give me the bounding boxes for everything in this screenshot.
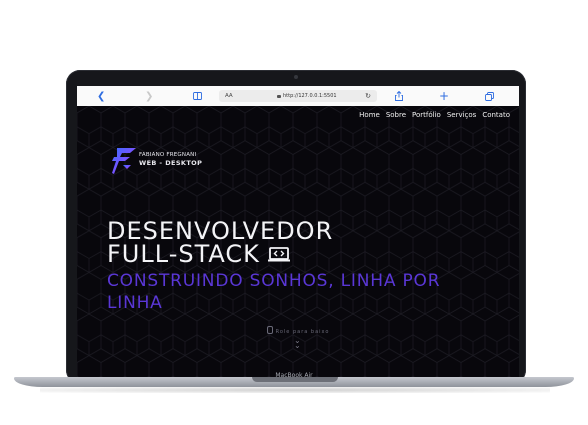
share-icon[interactable] [395,86,403,106]
nav-sobre[interactable]: Sobre [386,111,406,119]
scroll-hint[interactable]: Role para baixo [77,326,519,335]
nav-portfolio[interactable]: Portfólio [412,111,441,119]
reader-aa-button[interactable]: AA [225,93,233,99]
logo-icon[interactable] [111,147,137,175]
device-label: MacBook Air [275,372,313,379]
main-navigation: Home Sobre Portfólio Serviços Contato [359,111,510,119]
nav-contato[interactable]: Contato [482,111,510,119]
browser-toolbar: ❮ ❯ AA http://127.0.0.1:5501 ↻ + [77,86,519,107]
hero-headline: DESENVOLVEDOR FULL-STACK [107,219,333,268]
chevron-right-icon[interactable]: ❯ [145,86,153,106]
logo-tagline: WEB - DESKTOP [139,158,203,167]
chevron-left-icon[interactable]: ❮ [97,86,105,106]
hero-line-2: FULL-STACK [107,240,260,268]
hero-line-2-row: FULL-STACK [107,240,333,268]
logo-name: FABIANO FREGNANI [139,152,197,158]
logo-text[interactable]: FABIANO FREGNANI WEB - DESKTOP [139,152,203,167]
nav-home[interactable]: Home [359,111,380,119]
website-viewport: Home Sobre Portfólio Serviços Contato FA… [77,106,519,381]
hero-subtitle: CONSTRUINDO SONHOS, LINHA POR LINHA [107,271,441,313]
reload-icon[interactable]: ↻ [365,92,371,100]
webcam [294,75,298,79]
scroll-hint-label: Role para baixo [275,329,330,335]
plus-icon[interactable]: + [439,86,449,106]
nav-servicos[interactable]: Serviços [447,111,477,119]
laptop-shadow [40,387,550,393]
lock-icon [277,95,281,98]
double-chevron-down-icon[interactable]: ⌄ ⌄ [294,337,301,350]
laptop-code-icon [267,247,290,262]
address-bar[interactable]: AA http://127.0.0.1:5501 ↻ [219,90,377,102]
laptop-screen: ❮ ❯ AA http://127.0.0.1:5501 ↻ + Home So… [77,86,519,381]
tabs-icon[interactable] [485,86,494,106]
mouse-icon [266,326,273,334]
url-text: http://127.0.0.1:5501 [283,93,337,99]
book-icon[interactable] [193,86,202,106]
